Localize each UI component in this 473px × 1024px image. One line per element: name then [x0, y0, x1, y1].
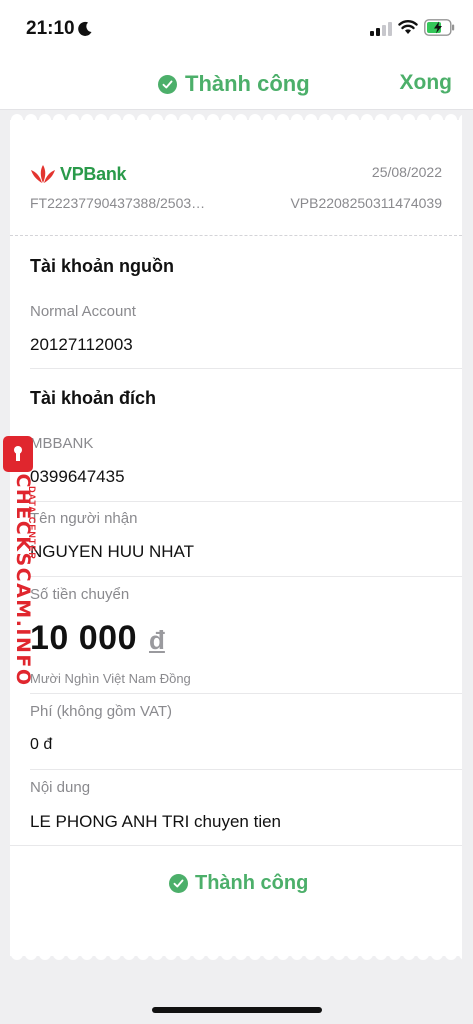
fee-label: Phí (không gồm VAT): [30, 703, 173, 720]
receipt-bottom-edge: [10, 948, 462, 960]
header-title: Thành công: [158, 70, 310, 98]
bank-name: VPBank: [60, 163, 127, 184]
destination-account-title: Tài khoản đích: [30, 388, 157, 408]
receipt-card: VPBank 25/08/2022 FT22237790437388/2503……: [10, 120, 462, 956]
destination-account-number: 0399647435: [30, 467, 125, 486]
transaction-reference: FT22237790437388/2503…: [30, 195, 206, 211]
source-account-title: Tài khoản nguồn: [30, 256, 174, 276]
transfer-content: LE PHONG ANH TRI chuyen tien: [30, 812, 282, 831]
home-indicator[interactable]: [152, 1007, 322, 1013]
transaction-date: 25/08/2022: [371, 164, 442, 180]
amount-in-words: Mười Nghìn Việt Nam Đồng: [30, 671, 191, 686]
transfer-amount: 10 000: [30, 619, 137, 657]
recipient-label: Tên người nhận: [30, 510, 138, 527]
dashed-divider: [10, 235, 462, 236]
footer-status-text: Thành công: [195, 872, 309, 894]
footer-status: Thành công: [169, 872, 308, 895]
vpbank-lotus-icon: [31, 165, 55, 183]
status-time: 21:10: [26, 18, 75, 39]
vpbank-logo: VPBank: [30, 163, 127, 185]
status-bar: 21:10: [0, 0, 473, 58]
divider: [10, 845, 462, 846]
battery-charging-icon: [424, 19, 455, 36]
wifi-icon: [398, 20, 418, 34]
divider: [30, 576, 462, 577]
moon-icon: [78, 21, 92, 36]
amount-label: Số tiền chuyển: [30, 586, 130, 603]
success-check-icon: [158, 74, 177, 94]
divider: [30, 368, 462, 369]
done-button[interactable]: Xong: [400, 71, 453, 95]
currency-symbol: đ: [149, 625, 165, 655]
checkscam-watermark: DATA CENTER CHECKSCAM.INFO: [2, 436, 42, 687]
transaction-code: VPB2208250311474039: [290, 195, 442, 211]
divider: [30, 501, 462, 502]
source-account-number: 20127112003: [30, 335, 133, 354]
signal-icon: [370, 22, 392, 36]
fee-value: 0 đ: [30, 736, 53, 753]
divider: [30, 769, 462, 770]
header-title-text: Thành công: [185, 71, 310, 96]
source-account-type: Normal Account: [30, 303, 136, 320]
divider: [30, 693, 462, 694]
content-label: Nội dung: [30, 779, 91, 796]
watermark-lock-icon: [3, 436, 33, 472]
recipient-name: NGUYEN HUU NHAT: [30, 542, 195, 561]
watermark-text: CHECKSCAM.INFO: [12, 473, 34, 687]
success-check-icon: [169, 874, 188, 893]
amount-row: 10 000 đ: [30, 619, 165, 658]
bank-info-row: VPBank 25/08/2022 FT22237790437388/2503……: [30, 160, 442, 220]
header-bar: Thành công Xong: [0, 58, 473, 110]
